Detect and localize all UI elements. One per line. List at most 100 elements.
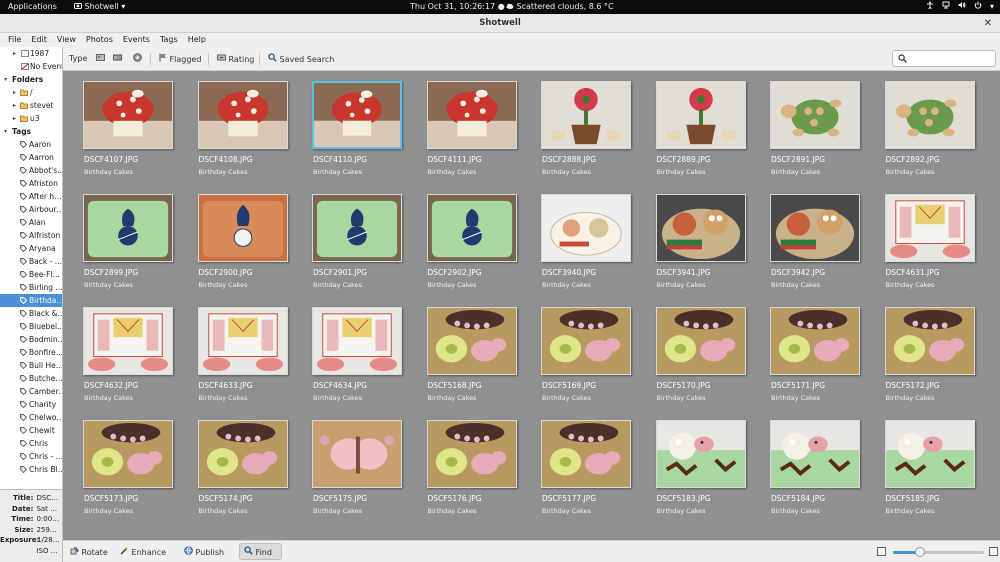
zoom-out-icon[interactable] (877, 547, 886, 556)
photo-tile[interactable]: DSCF3942.JPG Birthday Cakes (750, 184, 860, 294)
photo-thumbnail[interactable] (655, 420, 746, 488)
menu-events[interactable]: Events (119, 33, 154, 47)
sidebar-item-tag[interactable]: Bluebel… (0, 320, 62, 333)
app-menu[interactable]: Shotwell ▾ (74, 1, 125, 13)
photo-tile[interactable]: DSCF4107.JPG Birthday Cakes (63, 71, 173, 181)
photo-thumbnail[interactable] (770, 194, 860, 262)
sidebar-item-tag[interactable]: Back - … (0, 255, 62, 268)
menu-file[interactable]: File (4, 33, 25, 47)
photo-thumbnail[interactable] (426, 420, 517, 488)
sidebar-item-tag[interactable]: Aryana (0, 242, 62, 255)
system-status-area[interactable]: ▾ (926, 1, 994, 13)
window-titlebar[interactable]: Shotwell ✕ (0, 14, 1000, 33)
photo-thumbnail[interactable] (884, 81, 975, 149)
photo-tile[interactable]: DSCF5176.JPG Birthday Cakes (407, 410, 517, 520)
expander-icon[interactable]: ▸ (13, 47, 16, 60)
photo-tile[interactable]: DSCF4633.JPG Birthday Cakes (178, 297, 288, 407)
photo-thumbnail[interactable] (884, 420, 975, 488)
clock[interactable]: Thu Oct 31, 10:26:17 ● (410, 1, 505, 13)
sidebar-item-tag[interactable]: Birthda… (0, 294, 62, 307)
photo-tile[interactable]: DSCF2900.JPG Birthday Cakes (178, 184, 288, 294)
sidebar-item-folder-root[interactable]: ▸ / (0, 86, 62, 99)
sidebar-item-tag[interactable]: Chris - … (0, 450, 62, 463)
photo-thumbnail[interactable] (312, 307, 402, 375)
sidebar-item-tag[interactable]: Alfriston (0, 229, 62, 242)
close-icon[interactable]: ✕ (984, 14, 992, 33)
photo-tile[interactable]: DSCF2889.JPG Birthday Cakes (636, 71, 746, 181)
zoom-in-icon[interactable] (989, 547, 998, 556)
sidebar-item-tag[interactable]: Black &… (0, 307, 62, 320)
photo-thumbnail[interactable] (770, 307, 860, 375)
weather[interactable]: Scattered clouds, 8.6 °C (506, 1, 614, 13)
photo-tile[interactable]: DSCF2899.JPG Birthday Cakes (63, 184, 173, 294)
sidebar-item-tag[interactable]: Bodmin… (0, 333, 62, 346)
photo-grid[interactable]: DSCF4107.JPG Birthday Cakes DSCF4108.JPG Bi… (63, 71, 1000, 540)
chevron-down-icon[interactable]: ▾ (4, 73, 7, 86)
photo-tile[interactable]: DSCF3941.JPG Birthday Cakes (636, 184, 746, 294)
saved-search-button[interactable]: Saved Search (268, 53, 334, 65)
photo-thumbnail[interactable] (312, 81, 402, 149)
photo-thumbnail[interactable] (312, 420, 402, 488)
sidebar-item-event-1987[interactable]: ▸ 1987 (0, 47, 62, 60)
search-box[interactable] (892, 50, 996, 67)
sidebar-item-tag[interactable]: Chris Bl… (0, 463, 62, 476)
photo-thumbnail[interactable] (770, 81, 860, 149)
photo-thumbnail[interactable] (197, 81, 288, 149)
sidebar-item-tag[interactable]: Airbour… (0, 203, 62, 216)
enhance-button[interactable]: Enhance (120, 546, 166, 558)
menu-edit[interactable]: Edit (27, 33, 51, 47)
photo-tile[interactable]: DSCF4631.JPG Birthday Cakes (865, 184, 975, 294)
search-input[interactable] (911, 52, 993, 65)
sidebar-folders-header[interactable]: ▾ Folders (0, 73, 62, 86)
filter-raw-button[interactable] (133, 53, 142, 65)
photo-thumbnail[interactable] (426, 81, 517, 149)
photo-thumbnail[interactable] (655, 307, 746, 375)
sidebar-tags-header[interactable]: ▾ Tags (0, 125, 62, 138)
photo-thumbnail[interactable] (83, 194, 173, 262)
photo-tile[interactable]: DSCF5170.JPG Birthday Cakes (636, 297, 746, 407)
photo-thumbnail[interactable] (884, 307, 975, 375)
photo-thumbnail[interactable] (655, 81, 746, 149)
photo-tile[interactable]: DSCF2902.JPG Birthday Cakes (407, 184, 517, 294)
photo-tile[interactable]: DSCF4108.JPG Birthday Cakes (178, 71, 288, 181)
photo-thumbnail[interactable] (83, 307, 173, 375)
photo-tile[interactable]: DSCF2892.JPG Birthday Cakes (865, 71, 975, 181)
sidebar-item-tag[interactable]: Chewit (0, 424, 62, 437)
zoom-slider-handle[interactable] (915, 547, 926, 557)
rating-filter-button[interactable]: Rating (217, 53, 254, 65)
photo-thumbnail[interactable] (426, 307, 517, 375)
sidebar-item-tag[interactable]: Bull He… (0, 359, 62, 372)
publish-button[interactable]: Publish (184, 546, 224, 558)
photo-tile[interactable]: DSCF5177.JPG Birthday Cakes (521, 410, 631, 520)
photo-thumbnail[interactable] (197, 194, 288, 262)
expander-icon[interactable]: ▸ (13, 99, 16, 112)
photo-thumbnail[interactable] (541, 194, 631, 262)
sidebar-item-tag[interactable]: Camber… (0, 385, 62, 398)
photo-tile[interactable]: DSCF5183.JPG Birthday Cakes (636, 410, 746, 520)
photo-tile[interactable]: DSCF5175.JPG Birthday Cakes (292, 410, 402, 520)
flagged-filter-button[interactable]: Flagged (159, 53, 201, 65)
sidebar-item-tag[interactable]: Chelwo… (0, 411, 62, 424)
photo-tile[interactable]: DSCF5185.JPG Birthday Cakes (865, 410, 975, 520)
expander-icon[interactable]: ▸ (13, 112, 16, 125)
menu-help[interactable]: Help (184, 33, 210, 47)
photo-thumbnail[interactable] (655, 194, 746, 262)
photo-tile[interactable]: DSCF2891.JPG Birthday Cakes (750, 71, 860, 181)
photo-tile[interactable]: DSCF5169.JPG Birthday Cakes (521, 297, 631, 407)
menu-tags[interactable]: Tags (156, 33, 182, 47)
photo-tile[interactable]: DSCF4110.JPG Birthday Cakes (292, 71, 402, 181)
sidebar-item-tag[interactable]: Abbot's… (0, 164, 62, 177)
photo-tile[interactable]: DSCF2901.JPG Birthday Cakes (292, 184, 402, 294)
menu-photos[interactable]: Photos (82, 33, 117, 47)
sidebar-item-tag[interactable]: Aarron (0, 151, 62, 164)
photo-tile[interactable]: DSCF5173.JPG Birthday Cakes (63, 410, 173, 520)
expander-icon[interactable]: ▸ (13, 86, 16, 99)
photo-thumbnail[interactable] (83, 81, 173, 149)
rotate-button[interactable]: Rotate (70, 546, 108, 558)
photo-tile[interactable]: DSCF4634.JPG Birthday Cakes (292, 297, 402, 407)
sidebar-item-tag[interactable]: Birling … (0, 281, 62, 294)
photo-tile[interactable]: DSCF4111.JPG Birthday Cakes (407, 71, 517, 181)
photo-thumbnail[interactable] (541, 307, 631, 375)
filter-videos-button[interactable] (113, 53, 122, 65)
photo-tile[interactable]: DSCF5171.JPG Birthday Cakes (750, 297, 860, 407)
